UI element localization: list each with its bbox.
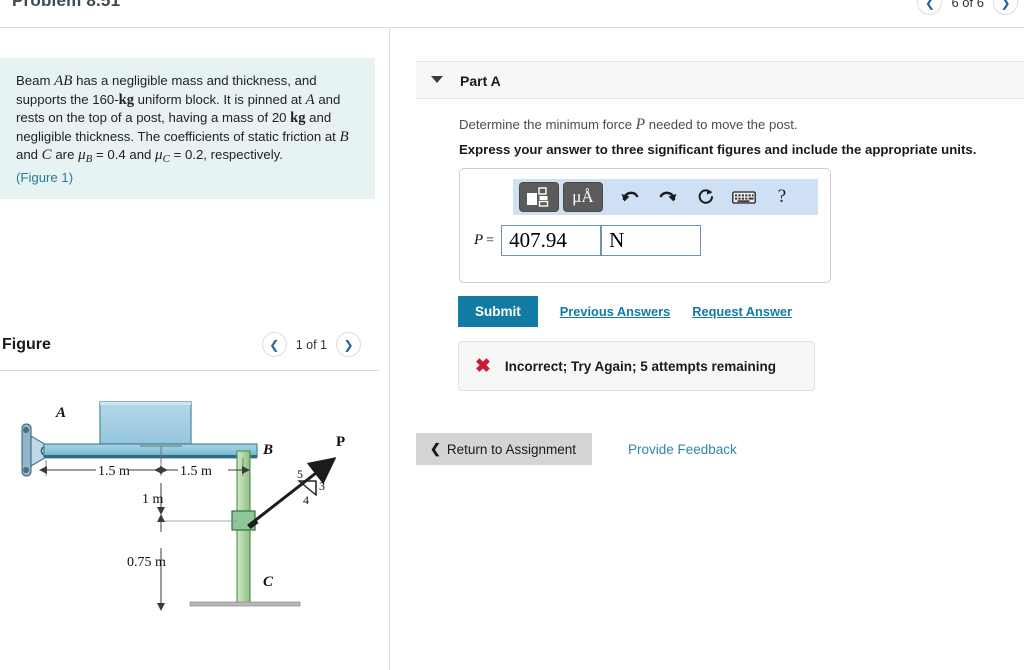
previous-answers-link[interactable]: Previous Answers [560, 304, 670, 319]
footer-actions: ❮ Return to Assignment Provide Feedback [416, 433, 737, 465]
math-template-icon[interactable] [519, 182, 559, 212]
variable-ab: AB [54, 73, 73, 89]
mu-b-value: = 0.4 and [92, 147, 156, 163]
undo-icon[interactable] [613, 182, 647, 212]
dimension-label-2: 1.5 m [180, 464, 212, 479]
force-p-arrow [247, 457, 337, 529]
mu-c-symbol: μ [155, 147, 163, 164]
chevron-left-icon: ❮ [430, 441, 441, 456]
mu-c-value: = 0.2, respectively. [169, 147, 283, 163]
problem-text-3: uniform block. It is pinned at [133, 91, 306, 107]
part-a-header[interactable]: Part A [416, 61, 1024, 99]
return-to-assignment-label: Return to Assignment [446, 441, 576, 457]
keyboard-icon[interactable] [727, 182, 761, 212]
top-bar: Problem 8.51 ❮ 6 of 6 ❯ [0, 0, 1024, 26]
problem-statement: Beam AB has a negligible mass and thickn… [0, 58, 375, 199]
math-toolbar: μÅ ? [513, 179, 818, 215]
figure-title: Figure [2, 336, 51, 353]
label-a: A [55, 405, 66, 421]
variable-b: B [339, 128, 349, 145]
problem-text-7: are [51, 147, 79, 163]
figure-1-link[interactable]: (Figure 1) [16, 170, 73, 185]
dimension-label-4: 0.75 m [127, 555, 166, 570]
figure-header: Figure ❮ 1 of 1 ❯ [0, 326, 375, 368]
beam-post-diagram: A B C P 1.5 m 1.5 m 1 m 0.75 m 5 3 4 [21, 401, 345, 611]
next-figure-button[interactable]: ❯ [336, 332, 361, 357]
equals-sign: = [486, 232, 495, 248]
error-x-icon: ✖ [475, 355, 491, 377]
mu-c-subscript: C [162, 153, 170, 166]
figure-divider [0, 370, 379, 371]
request-answer-link[interactable]: Request Answer [692, 304, 792, 319]
question-variable-p: P [635, 116, 646, 133]
return-to-assignment-button[interactable]: ❮ Return to Assignment [416, 433, 592, 465]
answer-value-input[interactable] [501, 225, 602, 256]
reset-icon[interactable] [689, 182, 723, 212]
question-text-pre: Determine the minimum force [459, 117, 636, 132]
uniform-block [99, 401, 192, 445]
instruction-text: Express your answer to three significant… [459, 142, 977, 157]
problem-text-1: Beam [16, 73, 55, 88]
right-panel: Part A Determine the minimum force P nee… [390, 28, 1024, 670]
reset-glyph [698, 189, 713, 204]
redo-icon[interactable] [651, 182, 685, 212]
label-c: C [263, 574, 274, 590]
ground-line [189, 601, 301, 607]
answer-unit-input[interactable] [601, 225, 702, 256]
problem-counter: 6 of 6 [951, 0, 984, 10]
help-icon[interactable]: ? [765, 182, 799, 212]
question-text: Determine the minimum force P needed to … [459, 116, 798, 134]
unit-kg-1: kg [118, 91, 134, 108]
part-a-title: Part A [460, 73, 501, 89]
question-text-post: needed to move the post. [645, 117, 798, 132]
label-b: B [262, 442, 273, 458]
figure-diagram: A B C P 1.5 m 1.5 m 1 m 0.75 m 5 3 4 [0, 380, 380, 650]
beam-shadow [44, 455, 257, 459]
dimension-label-3: 1 m [142, 492, 164, 507]
redo-glyph [659, 191, 677, 202]
math-template-glyph [527, 187, 549, 207]
answer-variable-label: P [474, 232, 484, 248]
left-panel: Beam AB has a negligible mass and thickn… [0, 28, 389, 670]
caret-down-icon[interactable] [431, 76, 443, 83]
variable-c: C [41, 147, 52, 164]
feedback-message: Incorrect; Try Again; 5 attempts remaini… [504, 358, 776, 374]
figure-counter: 1 of 1 [295, 337, 327, 352]
slope-label-vertical: 3 [319, 479, 325, 493]
units-button[interactable]: μÅ [563, 182, 603, 212]
figure-navigation: ❮ 1 of 1 ❯ [261, 332, 361, 357]
unit-kg-2: kg [290, 110, 306, 127]
problem-navigation: ❮ 6 of 6 ❯ [917, 0, 1018, 15]
page-title: Problem 8.51 [12, 0, 121, 10]
submit-button[interactable]: Submit [458, 296, 538, 327]
provide-feedback-link[interactable]: Provide Feedback [628, 442, 737, 457]
label-p: P [336, 434, 345, 450]
dimension-label-1: 1.5 m [98, 464, 130, 479]
slope-label-hypotenuse: 5 [297, 467, 303, 481]
submit-row: Submit Previous Answers Request Answer [458, 296, 792, 327]
answer-row: P = [474, 225, 702, 256]
next-problem-button[interactable]: ❯ [993, 0, 1018, 15]
feedback-message-box: ✖ Incorrect; Try Again; 5 attempts remai… [458, 341, 815, 391]
block-highlight [100, 402, 191, 405]
problem-text-6: and [16, 147, 42, 163]
undo-glyph [621, 191, 639, 202]
mu-b-symbol: μ [78, 147, 86, 164]
slope-label-horizontal: 4 [303, 493, 309, 507]
previous-figure-button[interactable]: ❮ [261, 332, 287, 357]
answer-entry-box: μÅ ? P = 407.94 N [459, 168, 831, 283]
variable-a: A [305, 91, 315, 108]
previous-problem-button[interactable]: ❮ [917, 0, 943, 15]
keyboard-glyph [732, 190, 756, 204]
